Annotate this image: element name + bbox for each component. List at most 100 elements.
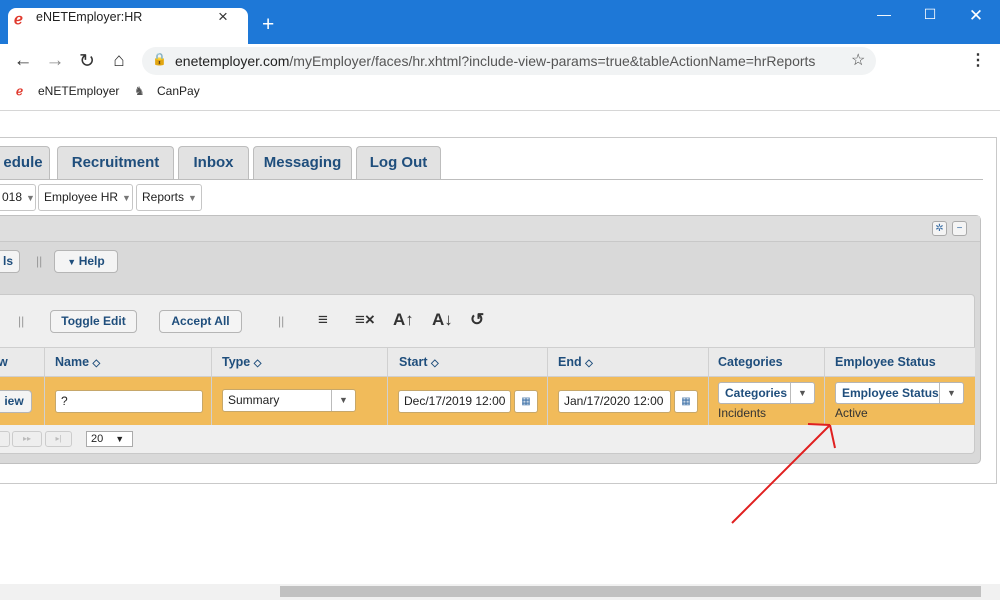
close-window-icon[interactable]: ✕ [966, 6, 986, 26]
bookmark-enetemployer[interactable]: eNETEmployer [38, 84, 119, 98]
back-icon[interactable]: ← [12, 50, 34, 72]
home-icon[interactable]: ⌂ [108, 50, 130, 72]
details-button[interactable]: ls [0, 250, 20, 273]
panel-header [0, 216, 980, 242]
tab-messaging[interactable]: Messaging [253, 146, 352, 180]
bookmark-canpay[interactable]: CanPay [157, 84, 200, 98]
help-button[interactable]: ▼ Help [54, 250, 118, 273]
gear-icon[interactable]: ✲ [932, 221, 947, 236]
column-header-name[interactable]: Name ◇ [55, 355, 100, 369]
annotation-arrow [731, 423, 836, 524]
rows-per-page-select[interactable]: 20 ▼ [86, 431, 133, 447]
breadcrumb-reports[interactable]: Reports ▼ [136, 184, 202, 211]
breadcrumb-year[interactable]: 018 ▼ [0, 184, 36, 211]
column-header-start[interactable]: Start ◇ [399, 355, 439, 369]
type-value: Summary [228, 393, 280, 407]
status-button-label: Employee Status [842, 386, 939, 400]
calendar-icon[interactable]: ▦ [674, 390, 698, 413]
star-icon[interactable]: ☆ [851, 50, 865, 70]
column-label: Type [222, 355, 251, 369]
rows-per-page-value: 20 [91, 433, 104, 445]
tab-recruitment[interactable]: Recruitment [57, 146, 174, 180]
arrow-head-left [807, 423, 831, 426]
divider [0, 179, 983, 180]
tab-schedule[interactable]: edule [0, 146, 50, 180]
url-text: enetemployer.com/myEmployer/faces/hr.xht… [175, 53, 815, 69]
start-date-input[interactable]: Dec/17/2019 12:00 [398, 390, 511, 413]
table-header [0, 347, 975, 377]
tab-title: eNETEmployer:HR [36, 10, 143, 24]
accept-all-button[interactable]: Accept All [159, 310, 242, 333]
end-date-input[interactable]: Jan/17/2020 12:00 [558, 390, 671, 413]
kebab-menu-icon[interactable]: ⋮ [970, 50, 986, 70]
breadcrumb-label: Employee HR [44, 190, 119, 204]
tab-inbox[interactable]: Inbox [178, 146, 249, 180]
toggle-edit-button[interactable]: Toggle Edit [50, 310, 137, 333]
clear-icon[interactable]: ≡× [355, 310, 375, 330]
minimize-icon[interactable]: — [874, 6, 894, 26]
column-header-end[interactable]: End ◇ [558, 355, 593, 369]
sort-icon: ◇ [92, 358, 101, 369]
sort-icon: ◇ [430, 358, 439, 369]
chevron-down-icon: ▼ [115, 434, 125, 444]
forward-icon[interactable]: → [44, 50, 66, 72]
categories-button-label: Categories [725, 386, 788, 400]
view-button[interactable]: iew [0, 390, 32, 413]
chevron-down-icon: ▼ [67, 257, 79, 267]
chevron-down-icon: ▼ [790, 383, 814, 403]
separator: || [36, 254, 43, 268]
column-header-employee-status[interactable]: Employee Status [835, 355, 936, 369]
chevron-down-icon: ▼ [26, 193, 35, 203]
employee-status-select[interactable]: Employee Status ▼ [835, 382, 964, 404]
column-divider [547, 348, 548, 425]
ie-logo-icon: ℯ [14, 11, 23, 28]
scrollbar-thumb[interactable] [280, 586, 981, 597]
column-divider [44, 348, 45, 425]
column-label: Name [55, 355, 90, 369]
url-domain: enetemployer.com [175, 53, 290, 69]
column-header-view[interactable]: w [0, 355, 8, 369]
arrow-head-right [829, 424, 836, 449]
column-divider [824, 348, 825, 425]
chevron-down-icon: ▼ [188, 193, 197, 203]
pager-last[interactable]: ▸| [45, 431, 72, 447]
collapse-icon[interactable]: − [952, 221, 967, 236]
chevron-down-icon: ▼ [122, 193, 131, 203]
column-header-type[interactable]: Type ◇ [222, 355, 261, 369]
font-increase-icon[interactable]: A↑ [393, 310, 414, 330]
column-label: End [558, 355, 582, 369]
pager-next[interactable]: ▸▸ [12, 431, 42, 447]
calendar-icon[interactable]: ▦ [514, 390, 538, 413]
categories-select[interactable]: Categories ▼ [718, 382, 815, 404]
reload-icon[interactable]: ↻ [76, 50, 98, 73]
font-decrease-icon[interactable]: A↓ [432, 310, 453, 330]
separator: || [278, 314, 285, 328]
maximize-icon[interactable]: ☐ [920, 6, 940, 26]
url-path: /myEmployer/faces/hr.xhtml?include-view-… [289, 53, 816, 69]
plus-icon[interactable]: + [262, 13, 274, 37]
lock-icon[interactable]: 🔒 [152, 52, 167, 66]
column-divider [387, 348, 388, 425]
reset-icon[interactable]: ↺ [470, 310, 484, 330]
column-label: Start [399, 355, 428, 369]
help-label: Help [78, 254, 105, 268]
column-divider [708, 348, 709, 425]
ie-logo-icon: ℯ [16, 84, 24, 98]
column-divider [211, 348, 212, 425]
canpay-icon: ♞ [134, 84, 145, 98]
name-input[interactable]: ? [55, 390, 203, 413]
sort-icon: ◇ [253, 358, 262, 369]
column-header-categories[interactable]: Categories [718, 355, 783, 369]
type-select[interactable]: Summary ▼ [222, 389, 356, 412]
tab-logout[interactable]: Log Out [356, 146, 441, 180]
sort-icon: ◇ [585, 358, 593, 369]
arrow-shaft [731, 424, 831, 524]
breadcrumb-employee-hr[interactable]: Employee HR ▼ [38, 184, 133, 211]
breadcrumb-label: 018 [2, 190, 23, 204]
wrap-icon[interactable]: ≡ [318, 310, 328, 330]
pager-prev[interactable]: ◀ [0, 431, 10, 447]
chevron-down-icon: ▼ [939, 383, 963, 403]
close-icon[interactable]: × [218, 7, 228, 27]
breadcrumb-label: Reports [142, 190, 185, 204]
divider [0, 110, 1000, 111]
